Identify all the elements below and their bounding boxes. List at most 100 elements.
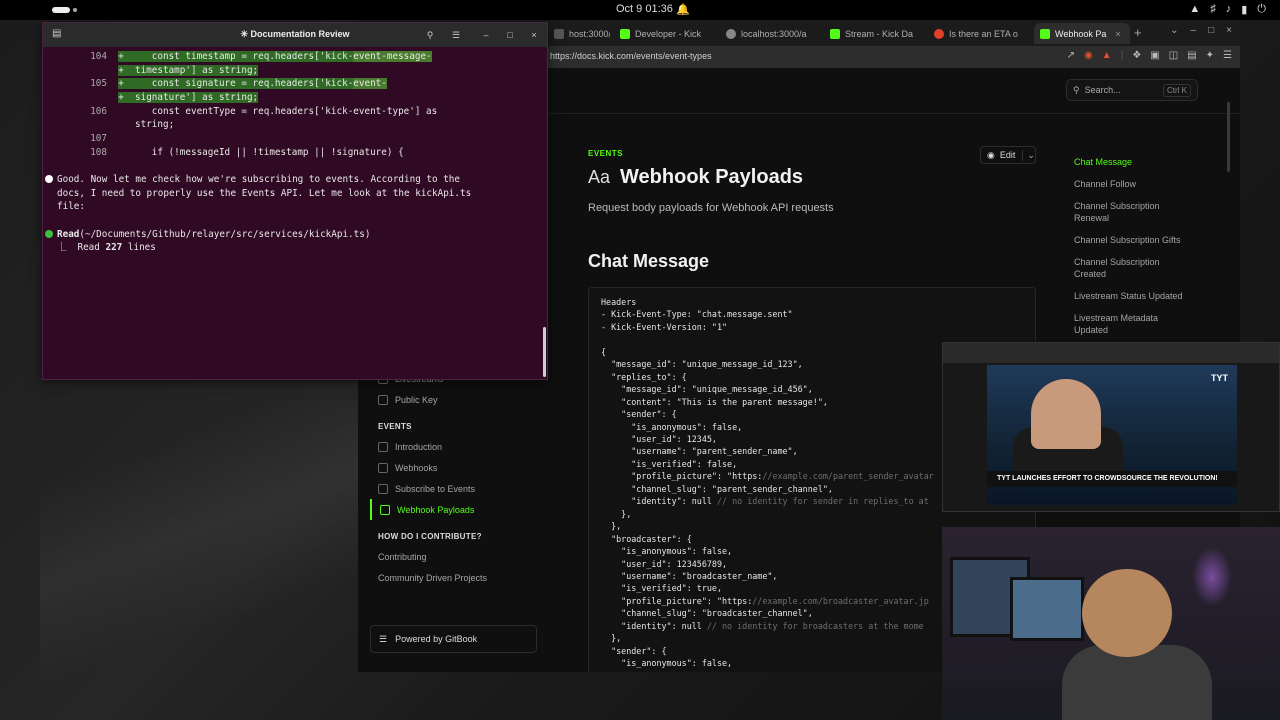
- tab-favicon-icon: [554, 28, 564, 39]
- sidebar-section-events: EVENTS: [378, 421, 412, 431]
- toc-item[interactable]: Channel Subscription Created: [1066, 251, 1196, 285]
- system-clock[interactable]: Oct 9 01:36: [616, 3, 673, 15]
- code-line: "sender": {: [601, 409, 677, 420]
- channel-logo: TYT: [1211, 373, 1228, 383]
- toc-item[interactable]: Livestream Metadata Updated: [1066, 307, 1196, 341]
- toc-scrollbar[interactable]: [1227, 102, 1230, 172]
- minimize-icon[interactable]: –: [1191, 25, 1197, 36]
- browser-tab-active[interactable]: Webhook Pa ×: [1034, 23, 1130, 44]
- new-tab-button[interactable]: +: [1134, 25, 1142, 40]
- page-icon: [378, 483, 388, 494]
- brave-shield-icon[interactable]: ◉: [1084, 50, 1093, 61]
- diff-line: 105 + const signature = req.headers['kic…: [90, 78, 387, 89]
- assistant-message: docs, I need to properly use the Events …: [57, 188, 472, 199]
- workspace-indicator[interactable]: [52, 7, 70, 13]
- breadcrumb[interactable]: EVENTS: [588, 149, 623, 158]
- github-icon: ◉: [987, 149, 995, 160]
- brave-rewards-icon[interactable]: ▲: [1102, 50, 1112, 61]
- browser-tab[interactable]: host:3000/a: [548, 23, 610, 44]
- sidebar-item-webhook-payloads[interactable]: Webhook Payloads: [370, 499, 545, 520]
- message-bullet-icon: [45, 175, 53, 183]
- terminal-output[interactable]: 104 + const timestamp = req.headers['kic…: [43, 47, 547, 379]
- wallet-icon[interactable]: ▤: [1187, 50, 1196, 61]
- chevron-down-icon[interactable]: ⌄: [1022, 149, 1035, 161]
- diff-line: 104 + const timestamp = req.headers['kic…: [90, 51, 432, 62]
- share-icon[interactable]: ↗: [1067, 50, 1075, 61]
- sidebar-item-introduction[interactable]: Introduction: [370, 436, 545, 457]
- code-content: Headers - Kick-Event-Type: "chat.message.…: [601, 296, 934, 672]
- code-line: "channel_slug": "parent_sender_channel",: [601, 483, 833, 494]
- toc-item[interactable]: Channel Follow: [1066, 173, 1196, 195]
- sidebar-section-contribute: HOW DO I CONTRIBUTE?: [378, 531, 482, 541]
- terminal-scrollbar[interactable]: [543, 327, 546, 377]
- browser-tab[interactable]: Developer - Kick: [614, 23, 716, 44]
- extensions-icon[interactable]: ❖: [1132, 50, 1141, 61]
- bookmark-icon[interactable]: ▣: [1150, 50, 1159, 61]
- menu-icon[interactable]: ☰: [1223, 50, 1232, 61]
- search-icon[interactable]: ⚲: [423, 28, 437, 42]
- browser-tab[interactable]: localhost:3000/a: [720, 23, 820, 44]
- sidebar-item-community[interactable]: Community Driven Projects: [370, 567, 545, 588]
- sidebar-item-contributing[interactable]: Contributing: [370, 546, 545, 567]
- toc-item[interactable]: Channel Subscription Renewal: [1066, 195, 1196, 229]
- url-field[interactable]: https://docs.kick.com/events/event-types: [550, 51, 712, 61]
- edit-on-github-button[interactable]: ◉ Edit ⌄: [980, 146, 1036, 164]
- notification-bell-icon[interactable]: 🔔: [676, 3, 690, 16]
- code-line: },: [601, 521, 622, 532]
- kick-favicon-icon: [1040, 28, 1050, 39]
- page-title: Aa Webhook Payloads: [588, 166, 804, 188]
- divider: |: [1120, 50, 1124, 61]
- workspace-dot[interactable]: [73, 8, 77, 12]
- sidebar-icon[interactable]: ◫: [1169, 50, 1178, 61]
- kick-favicon-icon: [830, 28, 840, 39]
- code-line: "is_verified": false,: [601, 458, 738, 469]
- code-line: "profile_picture": "https://example.com/…: [601, 471, 934, 482]
- code-line: "message_id": "unique_message_id_123",: [601, 359, 803, 370]
- code-line: "is_verified": true,: [601, 583, 723, 594]
- code-line: "username": "parent_sender_name",: [601, 446, 798, 457]
- font-icon: [380, 504, 390, 515]
- browser-tab[interactable]: Stream - Kick Da: [824, 23, 924, 44]
- power-icon[interactable]: ⏻: [1257, 3, 1266, 16]
- reddit-favicon-icon: [934, 28, 944, 39]
- browser-window-controls: ⌄ – □ ×: [1170, 25, 1232, 36]
- sidebar-item-subscribe[interactable]: Subscribe to Events: [370, 478, 545, 499]
- search-placeholder: Search...: [1084, 85, 1121, 95]
- network-icon[interactable]: ▲: [1189, 3, 1200, 16]
- close-tab-icon[interactable]: ×: [1115, 29, 1120, 39]
- left-sidebar: Livestreams Public Key EVENTS Introducti…: [370, 368, 545, 588]
- page-icon: [378, 394, 388, 405]
- browser-tab[interactable]: Is there an ETA o: [928, 23, 1030, 44]
- code-line: "profile_picture": "https://example.com/…: [601, 595, 929, 606]
- code-line: "broadcaster": {: [601, 533, 692, 544]
- battery-icon[interactable]: ▮: [1241, 3, 1247, 16]
- toc-item[interactable]: Channel Subscription Gifts: [1066, 229, 1196, 251]
- powered-by-gitbook-link[interactable]: ☰ Powered by GitBook: [370, 625, 537, 653]
- maximize-icon[interactable]: □: [503, 28, 517, 42]
- close-icon[interactable]: ×: [1226, 25, 1232, 36]
- section-heading: Chat Message: [588, 251, 710, 271]
- maximize-icon[interactable]: □: [1208, 25, 1214, 36]
- volume-icon[interactable]: ♪: [1226, 3, 1232, 16]
- docs-search[interactable]: ⚲ Search... Ctrl K: [1066, 79, 1198, 101]
- leo-icon[interactable]: ✦: [1206, 50, 1214, 61]
- diff-line: 107: [90, 133, 107, 144]
- sidebar-item-webhooks[interactable]: Webhooks: [370, 457, 545, 478]
- toolbar-actions: ↗ ◉ ▲ | ❖ ▣ ◫ ▤ ✦ ☰: [1067, 50, 1232, 61]
- sidebar-item-public-key[interactable]: Public Key: [370, 389, 545, 410]
- diff-line: + timestamp'] as string;: [118, 65, 259, 76]
- terminal-titlebar: ▤ ✳ Documentation Review ⚲ ☰ – □ ×: [43, 23, 547, 47]
- toc-item[interactable]: Chat Message: [1066, 151, 1196, 173]
- bluetooth-icon[interactable]: ♯: [1210, 3, 1216, 16]
- code-line: "channel_slug": "broadcaster_channel",: [601, 608, 813, 619]
- menu-icon[interactable]: ☰: [449, 28, 463, 42]
- minimize-icon[interactable]: –: [479, 28, 493, 42]
- code-line: "user_id": 987654321,: [601, 670, 934, 672]
- assistant-message: Good. Now let me check how we're subscri…: [45, 173, 460, 187]
- stream-browser-chrome: [943, 343, 1279, 363]
- presenter-image: [1031, 379, 1101, 449]
- close-icon[interactable]: ×: [527, 28, 541, 42]
- system-tray[interactable]: ▲ ♯ ♪ ▮ ⏻: [1189, 3, 1266, 16]
- toc-item[interactable]: Livestream Status Updated: [1066, 285, 1196, 307]
- tab-search-icon[interactable]: ⌄: [1170, 25, 1178, 36]
